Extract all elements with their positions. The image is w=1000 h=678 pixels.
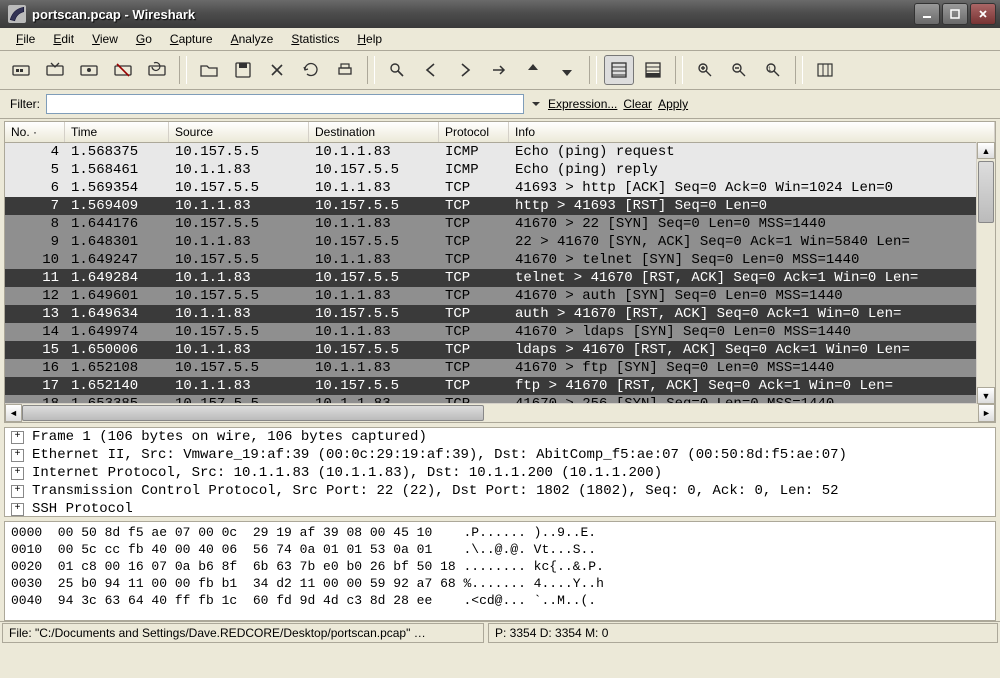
scroll-right-icon[interactable]: ► [978, 404, 995, 422]
colorize-button[interactable] [604, 55, 634, 85]
restart-capture-button[interactable] [142, 55, 172, 85]
packet-row[interactable]: 141.64997410.157.5.510.1.1.83TCP41670 > … [5, 323, 995, 341]
go-first-button[interactable] [518, 55, 548, 85]
close-file-button[interactable] [262, 55, 292, 85]
apply-button[interactable]: Apply [658, 97, 688, 111]
zoom-100-button[interactable]: 1 [758, 55, 788, 85]
zoom-in-button[interactable] [690, 55, 720, 85]
minimize-button[interactable] [914, 3, 940, 25]
packet-list[interactable]: 41.56837510.157.5.510.1.1.83ICMPEcho (pi… [5, 143, 995, 403]
maximize-button[interactable] [942, 3, 968, 25]
packet-bytes-pane[interactable]: 0000 00 50 8d f5 ae 07 00 0c 29 19 af 39… [4, 521, 996, 621]
start-capture-button[interactable] [74, 55, 104, 85]
col-header-proto[interactable]: Protocol [439, 122, 509, 142]
interfaces-button[interactable] [6, 55, 36, 85]
packet-list-header: No. · Time Source Destination Protocol I… [5, 122, 995, 143]
filter-label: Filter: [10, 97, 40, 111]
expand-icon[interactable]: + [11, 431, 24, 444]
expression-button[interactable]: Expression... [548, 97, 617, 111]
packet-row[interactable]: 151.65000610.1.1.8310.157.5.5TCPldaps > … [5, 341, 995, 359]
packet-details-pane[interactable]: +Frame 1 (106 bytes on wire, 106 bytes c… [4, 427, 996, 517]
auto-scroll-button[interactable] [638, 55, 668, 85]
find-button[interactable] [382, 55, 412, 85]
resize-columns-button[interactable] [810, 55, 840, 85]
packet-row[interactable]: 131.64963410.1.1.8310.157.5.5TCPauth > 4… [5, 305, 995, 323]
open-button[interactable] [194, 55, 224, 85]
stop-capture-button[interactable] [108, 55, 138, 85]
packet-list-pane: No. · Time Source Destination Protocol I… [4, 121, 996, 423]
separator [795, 56, 803, 84]
menu-edit[interactable]: Edit [45, 30, 82, 48]
filter-dropdown-icon[interactable] [530, 98, 542, 110]
print-button[interactable] [330, 55, 360, 85]
window-title: portscan.pcap - Wireshark [32, 7, 914, 22]
menu-view[interactable]: View [84, 30, 126, 48]
packet-row[interactable]: 171.65214010.1.1.8310.157.5.5TCPftp > 41… [5, 377, 995, 395]
save-button[interactable] [228, 55, 258, 85]
packet-row[interactable]: 181.65338510.157.5.510.1.1.83TCP41670 > … [5, 395, 995, 403]
menu-analyze[interactable]: Analyze [223, 30, 282, 48]
expand-icon[interactable]: + [11, 449, 24, 462]
capture-options-button[interactable] [40, 55, 70, 85]
col-header-src[interactable]: Source [169, 122, 309, 142]
separator [179, 56, 187, 84]
detail-line[interactable]: +SSH Protocol [5, 500, 995, 517]
packet-row[interactable]: 71.56940910.1.1.8310.157.5.5TCPhttp > 41… [5, 197, 995, 215]
packet-row[interactable]: 121.64960110.157.5.510.1.1.83TCP41670 > … [5, 287, 995, 305]
detail-line[interactable]: +Internet Protocol, Src: 10.1.1.83 (10.1… [5, 464, 995, 482]
filter-input[interactable] [46, 94, 524, 114]
menu-help[interactable]: Help [349, 30, 390, 48]
packet-row[interactable]: 41.56837510.157.5.510.1.1.83ICMPEcho (pi… [5, 143, 995, 161]
statusbar: File: "C:/Documents and Settings/Dave.RE… [0, 621, 1000, 644]
menu-capture[interactable]: Capture [162, 30, 221, 48]
detail-line[interactable]: +Frame 1 (106 bytes on wire, 106 bytes c… [5, 428, 995, 446]
separator [589, 56, 597, 84]
scroll-down-icon[interactable]: ▼ [977, 387, 995, 404]
detail-line[interactable]: +Transmission Control Protocol, Src Port… [5, 482, 995, 500]
go-last-button[interactable] [552, 55, 582, 85]
zoom-out-button[interactable] [724, 55, 754, 85]
packet-row[interactable]: 111.64928410.1.1.8310.157.5.5TCPtelnet >… [5, 269, 995, 287]
toolbar: 1 [0, 51, 1000, 90]
app-window: portscan.pcap - Wireshark File Edit View… [0, 0, 1000, 678]
vertical-scrollbar[interactable]: ▲ ▼ [976, 142, 995, 404]
packet-row[interactable]: 81.64417610.157.5.510.1.1.83TCP41670 > 2… [5, 215, 995, 233]
status-file: File: "C:/Documents and Settings/Dave.RE… [2, 623, 484, 643]
separator [367, 56, 375, 84]
col-header-time[interactable]: Time [65, 122, 169, 142]
go-forward-button[interactable] [450, 55, 480, 85]
expand-icon[interactable]: + [11, 485, 24, 498]
go-back-button[interactable] [416, 55, 446, 85]
scroll-up-icon[interactable]: ▲ [977, 142, 995, 159]
menubar: File Edit View Go Capture Analyze Statis… [0, 28, 1000, 51]
go-to-button[interactable] [484, 55, 514, 85]
app-icon [8, 5, 26, 23]
packet-row[interactable]: 101.64924710.157.5.510.1.1.83TCP41670 > … [5, 251, 995, 269]
packet-row[interactable]: 51.56846110.1.1.8310.157.5.5ICMPEcho (pi… [5, 161, 995, 179]
separator [675, 56, 683, 84]
horizontal-scrollbar[interactable]: ◄ ► [5, 403, 995, 422]
packet-row[interactable]: 161.65210810.157.5.510.1.1.83TCP41670 > … [5, 359, 995, 377]
menu-go[interactable]: Go [128, 30, 160, 48]
status-counts: P: 3354 D: 3354 M: 0 [488, 623, 998, 643]
col-header-dst[interactable]: Destination [309, 122, 439, 142]
menu-file[interactable]: File [8, 30, 43, 48]
expand-icon[interactable]: + [11, 503, 24, 516]
col-header-no[interactable]: No. · [5, 122, 65, 142]
detail-line[interactable]: +Ethernet II, Src: Vmware_19:af:39 (00:0… [5, 446, 995, 464]
packet-row[interactable]: 91.64830110.1.1.8310.157.5.5TCP22 > 4167… [5, 233, 995, 251]
close-button[interactable] [970, 3, 996, 25]
col-header-info[interactable]: Info [509, 122, 995, 142]
scroll-thumb[interactable] [978, 161, 994, 223]
packet-row[interactable]: 61.56935410.157.5.510.1.1.83TCP41693 > h… [5, 179, 995, 197]
scroll-left-icon[interactable]: ◄ [5, 404, 22, 422]
expand-icon[interactable]: + [11, 467, 24, 480]
titlebar[interactable]: portscan.pcap - Wireshark [0, 0, 1000, 28]
filter-bar: Filter: Expression... Clear Apply [0, 90, 1000, 119]
hscroll-thumb[interactable] [22, 405, 484, 421]
clear-button[interactable]: Clear [623, 97, 652, 111]
menu-statistics[interactable]: Statistics [283, 30, 347, 48]
reload-button[interactable] [296, 55, 326, 85]
